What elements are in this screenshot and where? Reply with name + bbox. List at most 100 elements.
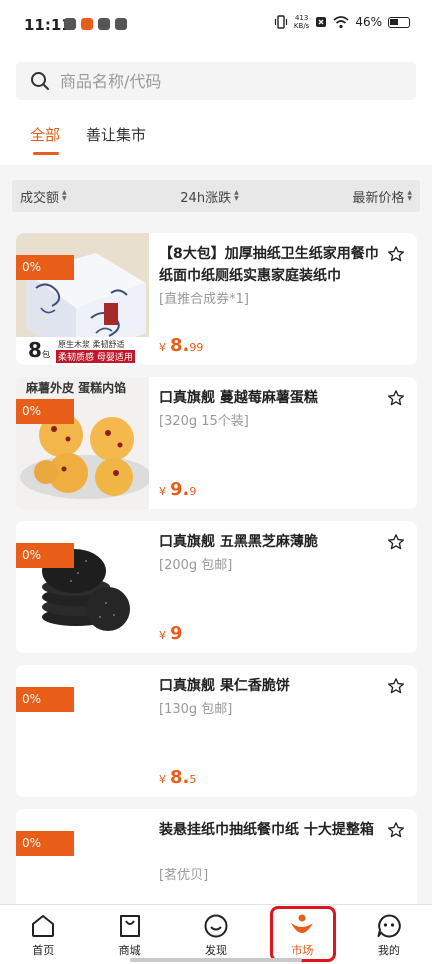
sort-latest-price-label: 最新价格 (352, 190, 405, 206)
product-card[interactable]: 麻薯外皮 蛋糕内馅 0% 口真旗舰 蔓越莓麻薯蛋糕 [320g 15个装] ¥9… (16, 377, 417, 509)
sort-latest-price[interactable]: 最新价格 ▲ ▼ (352, 187, 412, 206)
search-input[interactable] (60, 71, 380, 91)
nav-home[interactable]: 首页 (0, 905, 86, 964)
nav-home-label: 首页 (32, 944, 55, 957)
nav-mine[interactable]: 我的 (346, 905, 432, 964)
sort-24h-change[interactable]: 24h涨跌 ▲ ▼ (180, 187, 238, 206)
app-notification-icon (81, 18, 93, 30)
pack-unit: 包 (41, 350, 50, 359)
product-image: 0% (16, 521, 149, 653)
product-price: ¥8.99 (159, 335, 203, 356)
home-indicator (130, 958, 302, 962)
nav-mine-label: 我的 (377, 944, 400, 957)
product-title: 口真旗舰 五黑黑芝麻薄脆 (159, 534, 318, 550)
price-integer: 8. (170, 767, 190, 788)
sort-arrows-icon: ▲ ▼ (407, 189, 412, 202)
sort-24h-change-label: 24h涨跌 (180, 190, 232, 206)
star-icon[interactable] (387, 533, 405, 551)
nav-mall-label: 商城 (118, 944, 141, 957)
battery-percent: 46% (355, 15, 382, 29)
product-price: ¥9.9 (159, 479, 196, 500)
product-title: 口真旗舰 果仁香脆饼 (159, 678, 290, 694)
price-decimal: 9 (189, 485, 197, 498)
sesame-crisp-image (16, 521, 149, 653)
category-tabs: 全部 善让集市 (30, 124, 146, 155)
product-subtitle: [130g 包邮] (159, 702, 233, 717)
product-card[interactable]: 8包 原生木浆 柔韧舒适 柔韧质感 母婴适用 0% 【8大包】加厚抽纸卫生纸家用… (16, 233, 417, 365)
change-badge: 0% (16, 687, 74, 712)
pack-count-box: 8包 (24, 337, 54, 365)
change-badge: 0% (16, 543, 74, 568)
header: 全部 善让集市 (0, 52, 432, 165)
bottom-nav: 首页 商城 发现 市场 我的 (0, 904, 432, 964)
product-subtitle: [茗优贝] (159, 868, 209, 883)
product-card[interactable]: 0% 口真旗舰 果仁香脆饼 [130g 包邮] ¥8.5 (16, 665, 417, 797)
status-bar: 11:11 413 KB/s 46% (0, 0, 432, 52)
price-integer: 9. (170, 479, 190, 500)
sort-arrows-icon: ▲ ▼ (234, 189, 239, 202)
star-icon[interactable] (387, 245, 405, 263)
notification-icon (64, 18, 76, 30)
tab-shanrang-market[interactable]: 善让集市 (86, 124, 146, 145)
search-box[interactable] (16, 62, 416, 100)
product-price: ¥8.5 (159, 767, 196, 788)
sort-arrows-icon: ▲ ▼ (62, 189, 67, 202)
image-tag-1: 原生木浆 柔韧舒适 (58, 340, 125, 349)
sort-volume-label: 成交额 (20, 190, 60, 206)
wifi-icon (333, 15, 349, 28)
product-title: 【8大包】加厚抽纸卫生纸家用餐巾纸面巾纸厕纸实惠家庭装纸巾 (159, 246, 379, 284)
nav-discover[interactable]: 发现 (173, 905, 259, 964)
notification-icons (64, 18, 127, 30)
sort-volume[interactable]: 成交额 ▲ ▼ (20, 187, 67, 206)
image-tag-2: 柔韧质感 母婴适用 (56, 350, 135, 363)
smile-icon (204, 914, 228, 938)
product-subtitle: [200g 包邮] (159, 558, 233, 573)
star-icon[interactable] (387, 821, 405, 839)
network-speed: 413 KB/s (294, 14, 309, 30)
image-caption: 麻薯外皮 蛋糕内馅 (26, 381, 127, 395)
nav-market-label: 市场 (291, 944, 314, 957)
price-symbol: ¥ (159, 773, 166, 786)
price-symbol: ¥ (159, 629, 166, 642)
change-badge: 0% (16, 831, 74, 856)
price-integer: 8. (170, 335, 190, 356)
shopping-bag-icon (119, 915, 140, 937)
link-icon (115, 18, 127, 30)
battery-icon (388, 16, 410, 28)
product-image: 0% (16, 665, 149, 797)
pack-count: 8 (28, 338, 42, 362)
nav-market[interactable]: 市场 (259, 905, 345, 964)
network-speed-value: 413 (294, 14, 309, 22)
product-title: 装悬挂纸巾抽纸餐巾纸 十大提整箱 (159, 822, 374, 838)
price-decimal: 99 (189, 341, 204, 354)
market-icon (291, 914, 314, 933)
vibrate-icon (274, 15, 288, 29)
product-image: 8包 原生木浆 柔韧舒适 柔韧质感 母婴适用 0% (16, 233, 149, 365)
change-badge: 0% (16, 255, 74, 280)
star-icon[interactable] (387, 677, 405, 695)
product-image: 麻薯外皮 蛋糕内馅 0% (16, 377, 149, 509)
status-right: 413 KB/s 46% (274, 14, 410, 30)
product-title: 口真旗舰 蔓越莓麻薯蛋糕 (159, 390, 318, 406)
nav-discover-label: 发现 (205, 944, 228, 957)
tab-all[interactable]: 全部 (30, 124, 60, 155)
notification-icon (98, 18, 110, 30)
price-symbol: ¥ (159, 485, 166, 498)
product-price: ¥9 (159, 623, 183, 644)
chat-face-icon (377, 914, 401, 938)
product-subtitle: [直推合成券*1] (159, 292, 249, 307)
search-icon (31, 72, 49, 90)
product-subtitle: [320g 15个装] (159, 414, 249, 429)
sort-bar: 成交额 ▲ ▼ 24h涨跌 ▲ ▼ 最新价格 ▲ ▼ (12, 180, 420, 212)
star-icon[interactable] (387, 389, 405, 407)
price-decimal: 5 (189, 773, 197, 786)
mochi-cake-image (16, 377, 149, 509)
change-badge: 0% (16, 399, 74, 424)
price-symbol: ¥ (159, 341, 166, 354)
product-card[interactable]: 0% 口真旗舰 五黑黑芝麻薄脆 [200g 包邮] ¥9 (16, 521, 417, 653)
sim-icon (316, 17, 327, 27)
network-speed-unit: KB/s (293, 22, 310, 30)
nav-mall[interactable]: 商城 (86, 905, 172, 964)
home-icon (32, 915, 55, 937)
price-integer: 9 (170, 623, 183, 644)
